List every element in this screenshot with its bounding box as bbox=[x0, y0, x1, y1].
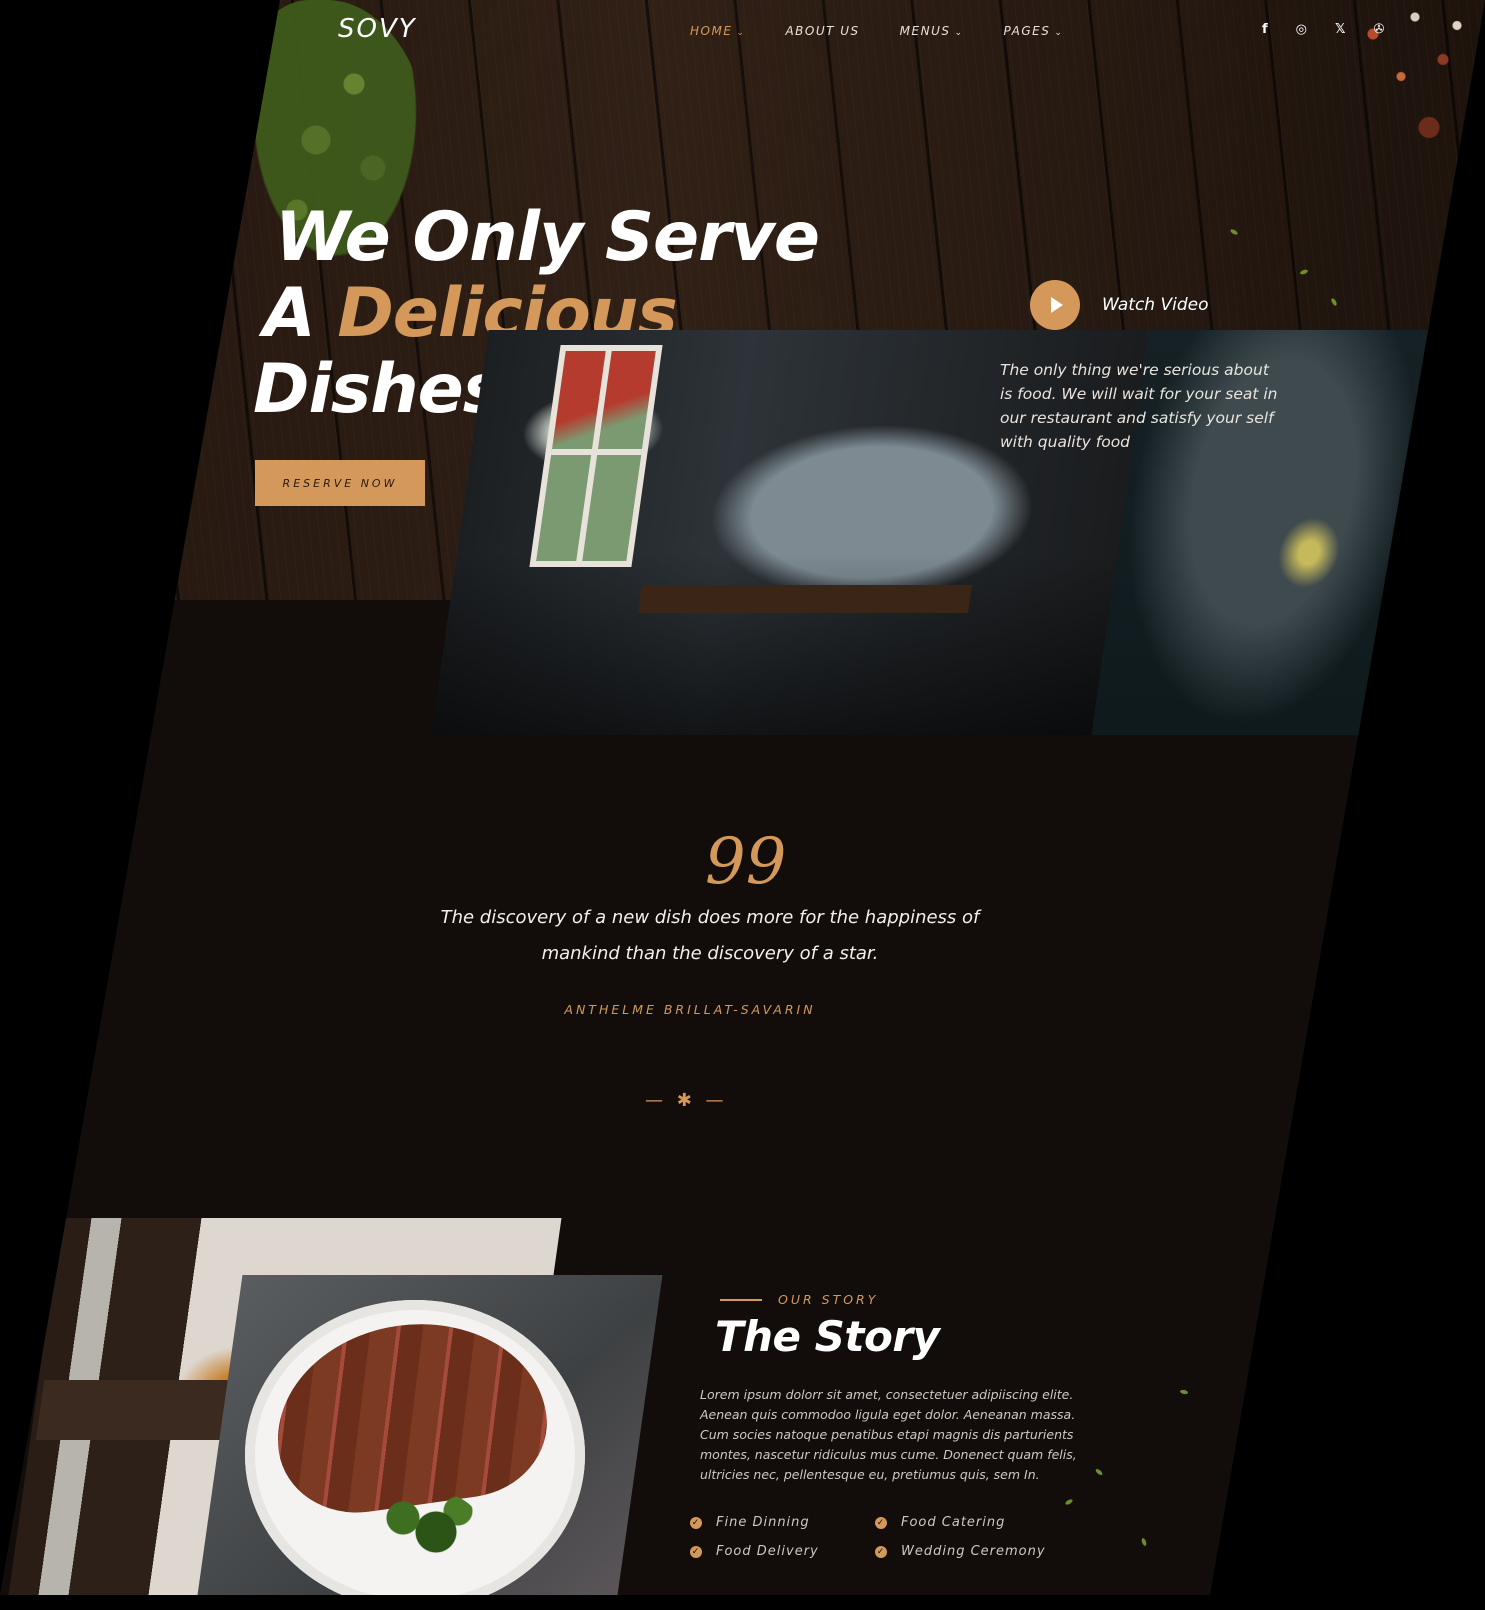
hero-line-1: We Only Serve bbox=[275, 198, 820, 277]
hero-blurb: The only thing we're serious about is fo… bbox=[1000, 361, 1278, 451]
feature-label: Food Catering bbox=[901, 1515, 1006, 1530]
leaf-decoration bbox=[1094, 1467, 1104, 1477]
leaf-decoration bbox=[1064, 1498, 1074, 1506]
reserve-now-button[interactable]: RESERVE NOW bbox=[255, 460, 425, 506]
watch-video-button[interactable]: Watch Video bbox=[1030, 280, 1209, 330]
hero-line-2-prefix: A bbox=[263, 274, 338, 353]
quote-text: The discovery of a new dish does more fo… bbox=[440, 907, 980, 964]
story-title: The Story bbox=[715, 1312, 940, 1361]
check-icon: ✓ bbox=[875, 1545, 887, 1558]
landing-page: SOVY HOME ⌄ ABOUT US MENUS ⌄ PAGES ⌄ f ◎ 𝕏 bbox=[0, 0, 1485, 1595]
nav-item-menus[interactable]: MENUS ⌄ bbox=[900, 24, 964, 38]
feature-item: ✓ Wedding Ceremony bbox=[875, 1544, 1060, 1559]
feature-item: ✓ Food Delivery bbox=[690, 1544, 875, 1559]
nav-item-label: PAGES bbox=[1003, 24, 1051, 38]
tripadvisor-icon[interactable]: ✇ bbox=[1373, 22, 1384, 37]
play-icon bbox=[1051, 297, 1063, 313]
nav-item-label: HOME bbox=[690, 24, 733, 38]
story-eyebrow-label: OUR STORY bbox=[778, 1292, 879, 1307]
instagram-icon[interactable]: ◎ bbox=[1296, 22, 1307, 37]
leaf-decoration bbox=[1140, 1537, 1148, 1547]
greens-detail bbox=[370, 1490, 480, 1560]
nav-item-label: MENUS bbox=[899, 24, 951, 38]
chevron-down-icon: ⌄ bbox=[1054, 28, 1064, 38]
dining-table-detail bbox=[638, 585, 972, 613]
feature-item: ✓ Food Catering bbox=[875, 1515, 1060, 1530]
story-eyebrow: OUR STORY bbox=[720, 1292, 878, 1307]
site-logo[interactable]: SOVY bbox=[338, 14, 417, 44]
feature-label: Wedding Ceremony bbox=[901, 1544, 1046, 1559]
ornament-divider: — ✱ — bbox=[645, 1090, 728, 1111]
nav-item-pages[interactable]: PAGES ⌄ bbox=[1004, 24, 1064, 38]
social-links: f ◎ 𝕏 ✇ bbox=[1262, 22, 1384, 37]
feature-label: Fine Dinning bbox=[716, 1515, 810, 1530]
check-icon: ✓ bbox=[690, 1545, 702, 1558]
quote-author: ANTHELME BRILLAT-SAVARIN bbox=[564, 1002, 816, 1017]
check-icon: ✓ bbox=[690, 1516, 702, 1529]
play-button[interactable] bbox=[1030, 280, 1080, 330]
leaf-decoration bbox=[1179, 1389, 1189, 1395]
x-icon[interactable]: 𝕏 bbox=[1335, 22, 1345, 37]
facebook-icon[interactable]: f bbox=[1262, 22, 1268, 37]
nav-item-label: ABOUT US bbox=[785, 24, 860, 38]
chevron-down-icon: ⌄ bbox=[736, 28, 746, 38]
feature-item: ✓ Fine Dinning bbox=[690, 1515, 875, 1530]
check-icon: ✓ bbox=[875, 1516, 887, 1529]
story-body: Lorem ipsum dolorr sit amet, consectetue… bbox=[700, 1387, 1077, 1482]
main-nav: HOME ⌄ ABOUT US MENUS ⌄ PAGES ⌄ bbox=[690, 24, 1063, 38]
nav-item-home[interactable]: HOME ⌄ bbox=[690, 24, 745, 38]
page-slab: SOVY HOME ⌄ ABOUT US MENUS ⌄ PAGES ⌄ f ◎ 𝕏 bbox=[0, 0, 1485, 1595]
feature-list: ✓ Fine Dinning ✓ Food Catering ✓ Food De… bbox=[690, 1515, 1060, 1559]
chevron-down-icon: ⌄ bbox=[954, 28, 964, 38]
quote-icon: 99 bbox=[705, 825, 787, 899]
nav-item-about-us[interactable]: ABOUT US bbox=[785, 24, 859, 38]
eyebrow-line bbox=[720, 1298, 762, 1301]
watch-video-label: Watch Video bbox=[1102, 295, 1209, 315]
feature-label: Food Delivery bbox=[716, 1544, 819, 1559]
